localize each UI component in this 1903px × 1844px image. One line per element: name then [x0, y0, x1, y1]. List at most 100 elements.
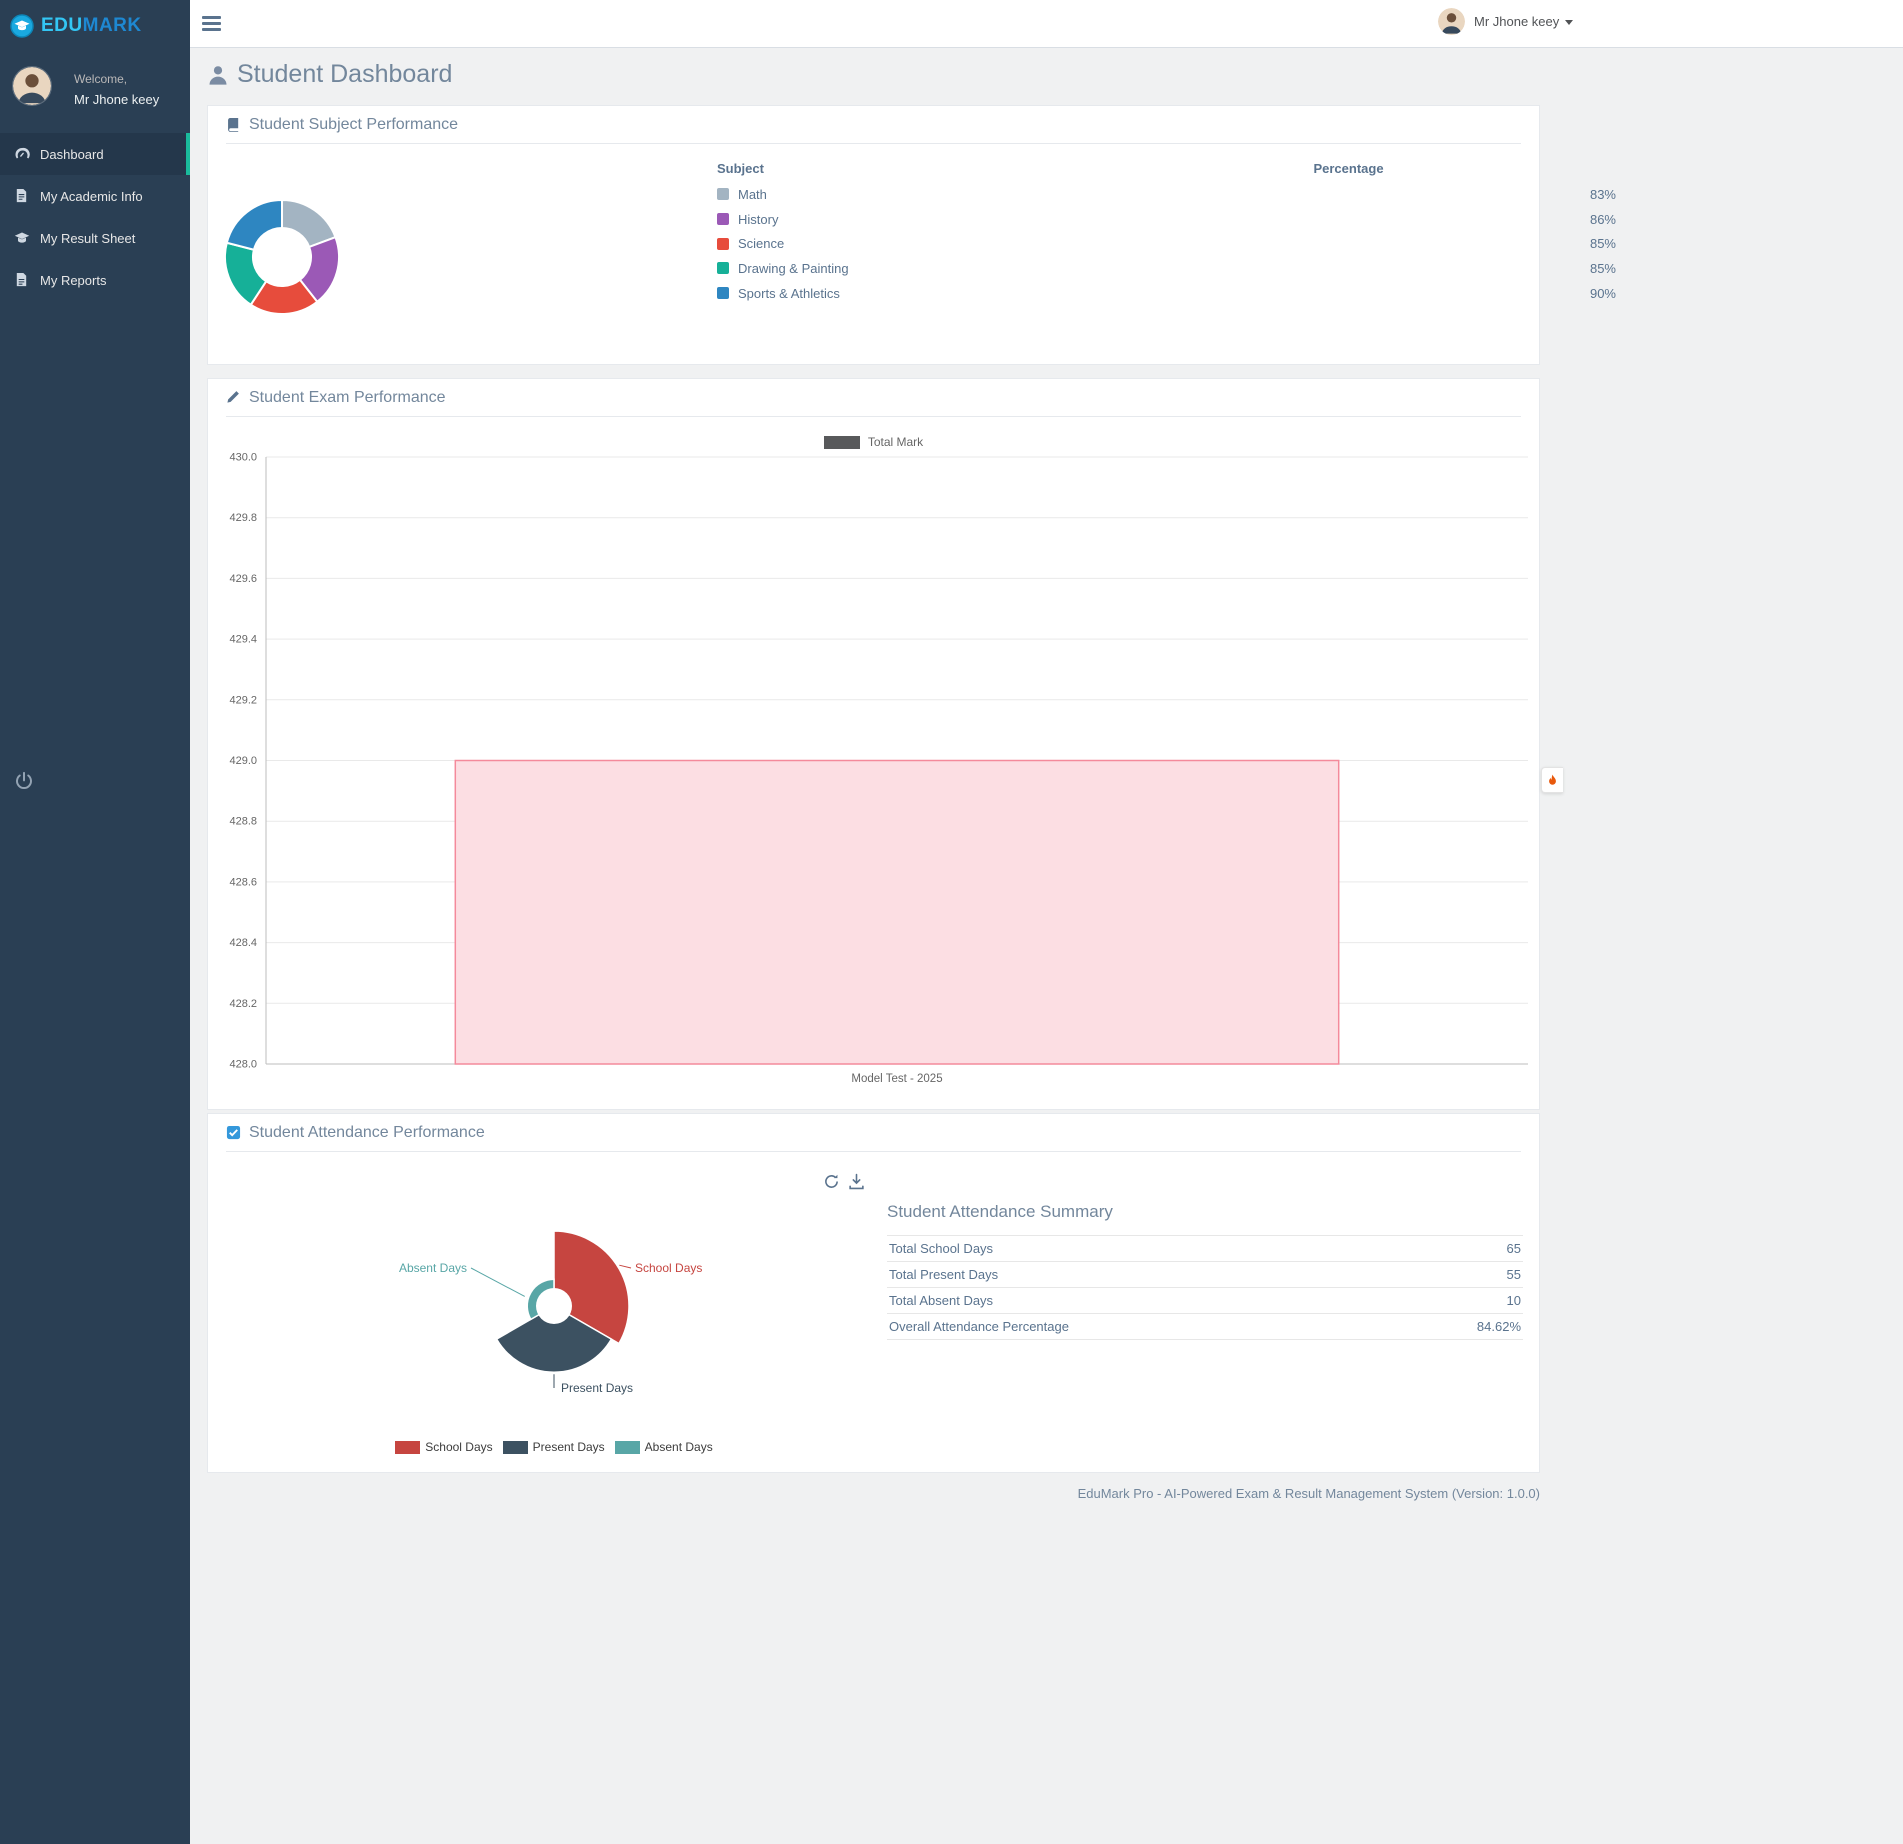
logout-power-button[interactable]: [11, 768, 37, 794]
welcome-label: Welcome,: [74, 72, 128, 86]
subject-table: Subject Percentage Math 83% History 86% …: [711, 154, 1626, 305]
brand-logo[interactable]: EDUMARK: [0, 0, 190, 52]
document-icon: [14, 188, 30, 204]
app-footer: EduMark Pro - AI-Powered Exam & Result M…: [1077, 1486, 1540, 1501]
sidebar-profile: Welcome, Mr Jhone keey: [0, 52, 190, 125]
summary-value: 65: [1391, 1235, 1523, 1262]
subject-label: Sports & Athletics: [738, 285, 840, 301]
subject-percentage: 90%: [1589, 285, 1616, 301]
download-icon[interactable]: [845, 1170, 867, 1192]
user-icon: [207, 64, 229, 86]
svg-text:429.0: 429.0: [229, 755, 257, 767]
subject-table-header: Subject Percentage: [711, 154, 1626, 182]
sidebar-item-label: My Result Sheet: [40, 230, 136, 246]
subject-donut-chart: [224, 198, 340, 315]
table-row: Total Absent Days 10: [887, 1287, 1523, 1314]
theme-flame-button[interactable]: [1541, 767, 1563, 793]
sidebar-item-label: Dashboard: [40, 146, 104, 162]
column-header-subject: Subject: [717, 160, 764, 176]
subject-card-title: Student Subject Performance: [249, 115, 459, 133]
main-content: Student Dashboard Student Subject Perfor…: [190, 48, 1903, 1844]
chevron-down-icon: [1565, 20, 1574, 25]
logo-part-mark: MARK: [82, 15, 142, 36]
page-title-text: Student Dashboard: [237, 60, 453, 88]
column-header-percentage: Percentage: [1313, 160, 1384, 176]
table-row: Total School Days 65: [887, 1235, 1523, 1262]
subject-percentage: 83%: [1589, 186, 1616, 202]
sidebar-item-reports[interactable]: My Reports: [0, 259, 190, 301]
summary-label: Total Absent Days: [887, 1287, 1392, 1314]
subject-percentage: 85%: [1589, 236, 1616, 252]
report-file-icon: [14, 272, 30, 288]
svg-text:Model Test - 2025: Model Test - 2025: [851, 1073, 942, 1085]
flame-icon: [1549, 774, 1556, 785]
logo-part-edu: EDU: [41, 15, 83, 36]
table-row: History 86%: [711, 207, 1626, 232]
table-row: Math 83%: [711, 182, 1626, 207]
legend-swatch: [614, 1440, 640, 1454]
subject-label: Math: [738, 186, 767, 202]
svg-text:429.2: 429.2: [229, 694, 257, 706]
summary-label: Total Present Days: [887, 1261, 1392, 1288]
svg-text:Absent Days: Absent Days: [399, 1261, 467, 1275]
subject-label: Science: [738, 236, 785, 252]
dashboard-icon: [14, 146, 30, 162]
attendance-summary-title: Student Attendance Summary: [887, 1202, 1113, 1221]
svg-text:429.6: 429.6: [229, 573, 257, 585]
attendance-card-title: Student Attendance Performance: [249, 1123, 485, 1141]
brand-logo-icon: [10, 14, 34, 38]
legend-swatch: [717, 188, 729, 201]
attendance-summary-table: Total School Days 65 Total Present Days …: [887, 1235, 1523, 1340]
sidebar-item-dashboard[interactable]: Dashboard: [0, 133, 190, 175]
svg-text:428.6: 428.6: [229, 876, 257, 888]
legend-swatch: [717, 213, 729, 226]
legend-label: Total Mark: [867, 435, 924, 449]
topbar: Mr Jhone keey: [190, 0, 1903, 48]
summary-value: 84.62%: [1391, 1313, 1523, 1340]
subject-performance-card: Student Subject Performance Subject Perc…: [207, 105, 1616, 365]
sidebar: EDUMARK Welcome, Mr Jhone keey Dashboard: [0, 0, 190, 1844]
exam-chart-legend[interactable]: Total Mark: [208, 435, 1539, 449]
user-menu[interactable]: Mr Jhone keey: [1438, 8, 1574, 35]
exam-performance-card: Student Exam Performance Total Mark 430.…: [207, 378, 1540, 1110]
sidebar-item-result-sheet[interactable]: My Result Sheet: [0, 217, 190, 259]
attendance-performance-card: Student Attendance Performance School Da…: [207, 1113, 1540, 1473]
table-row: Drawing & Painting 85%: [711, 256, 1626, 281]
legend-item: Present Days: [502, 1440, 605, 1454]
svg-text:428.0: 428.0: [229, 1059, 257, 1071]
menu-toggle-button[interactable]: [202, 13, 224, 33]
exam-card-title: Student Exam Performance: [249, 388, 446, 406]
subject-label: History: [738, 211, 779, 227]
svg-text:429.4: 429.4: [229, 634, 257, 646]
sidebar-item-label: My Academic Info: [40, 188, 143, 204]
svg-text:429.8: 429.8: [229, 512, 257, 524]
legend-swatch: [717, 237, 729, 250]
attendance-polar-chart: School Days Absent Days Present Days: [399, 1230, 702, 1395]
legend-label: Absent Days: [644, 1440, 713, 1454]
refresh-icon[interactable]: [820, 1170, 842, 1192]
check-square-icon: [226, 1125, 241, 1140]
svg-text:430.0: 430.0: [229, 452, 257, 464]
summary-value: 55: [1391, 1261, 1523, 1288]
summary-value: 10: [1391, 1287, 1523, 1314]
summary-label: Total School Days: [887, 1235, 1392, 1262]
exam-bar-chart: 430.0 429.8 429.6 429.4 429.2 429.0 428.8 428.6…: [229, 452, 1528, 1085]
graduation-cap-icon: [14, 230, 30, 246]
topbar-avatar: [1438, 8, 1465, 35]
svg-text:School Days: School Days: [635, 1261, 702, 1275]
table-row: Science 85%: [711, 231, 1626, 256]
sidebar-avatar: [12, 66, 52, 106]
svg-text:428.8: 428.8: [229, 816, 257, 828]
subject-card-header: Student Subject Performance: [226, 106, 1521, 144]
page-title: Student Dashboard: [207, 60, 452, 89]
svg-text:428.2: 428.2: [229, 998, 257, 1010]
table-row: Overall Attendance Percentage 84.62%: [887, 1313, 1523, 1340]
legend-label: Present Days: [532, 1440, 605, 1454]
book-icon: [226, 117, 241, 132]
topbar-user-name: Mr Jhone keey: [1474, 14, 1560, 29]
sidebar-item-academic-info[interactable]: My Academic Info: [0, 175, 190, 217]
legend-item: School Days: [395, 1440, 493, 1454]
attendance-chart-legend[interactable]: School Days Present Days Absent Days: [208, 1440, 900, 1454]
attendance-chart-toolbar: [820, 1170, 870, 1192]
sidebar-nav: Dashboard My Academic Info My Result She…: [0, 133, 190, 301]
